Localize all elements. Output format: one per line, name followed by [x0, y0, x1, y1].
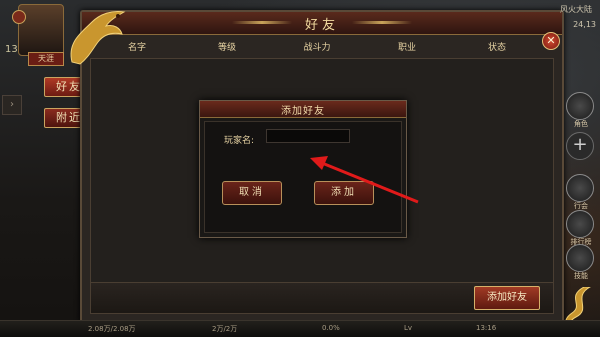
friends-table-header: 名字 等级 战斗力 职业 状态	[92, 40, 542, 56]
dialog-titlebar: 添加好友	[200, 101, 406, 118]
close-button[interactable]: ✕	[542, 32, 560, 50]
dialog-title: 添加好友	[281, 106, 325, 117]
column-header-status: 状态	[487, 43, 506, 53]
leaderboard-icon[interactable]	[566, 210, 594, 238]
column-header-power: 战斗力	[303, 43, 331, 53]
player-avatar[interactable]	[18, 4, 64, 56]
player-name-label: 玩家名:	[224, 136, 255, 146]
map-name: 风火大陆	[560, 5, 592, 14]
hp-readout: 2.08万/2.08万	[88, 325, 136, 333]
player-level: 13	[5, 44, 18, 55]
dragon-ornament-icon	[70, 11, 126, 65]
add-friend-dialog: 添加好友 玩家名: 取消 添加	[199, 100, 407, 238]
clock: 13:16	[476, 324, 497, 332]
character-label: 角色	[574, 120, 588, 128]
exp-readout: 0.0%	[322, 324, 340, 332]
skill-label: 技能	[574, 272, 588, 280]
add-button[interactable]: 添加	[314, 181, 374, 205]
column-header-level: 等级	[217, 43, 236, 53]
player-name-input[interactable]	[266, 129, 350, 143]
status-bar: 2.08万/2.08万 2万/2万 0.0% Lv 13:16	[0, 320, 600, 337]
plus-icon[interactable]: +	[566, 132, 594, 160]
panel-title: 好友	[304, 18, 339, 33]
level-readout: Lv	[404, 324, 413, 332]
cancel-button[interactable]: 取消	[222, 181, 282, 205]
player-name-tag: 天涯	[28, 52, 64, 66]
column-header-class: 职业	[397, 43, 416, 53]
expand-arrow-icon[interactable]: ›	[2, 95, 22, 115]
status-orb-icon	[12, 10, 26, 24]
skill-icon[interactable]	[566, 244, 594, 272]
panel-titlebar: 好友	[82, 12, 562, 35]
character-icon[interactable]	[566, 92, 594, 120]
map-coords: 24,13	[573, 20, 596, 29]
guild-icon[interactable]	[566, 174, 594, 202]
add-friend-button[interactable]: 添加好友	[474, 286, 540, 310]
mp-readout: 2万/2万	[212, 325, 238, 333]
title-ornament-right-icon	[352, 21, 412, 24]
right-hud: 风火大陆 24,13 角色 + 行会 排行榜 技能	[560, 0, 600, 320]
